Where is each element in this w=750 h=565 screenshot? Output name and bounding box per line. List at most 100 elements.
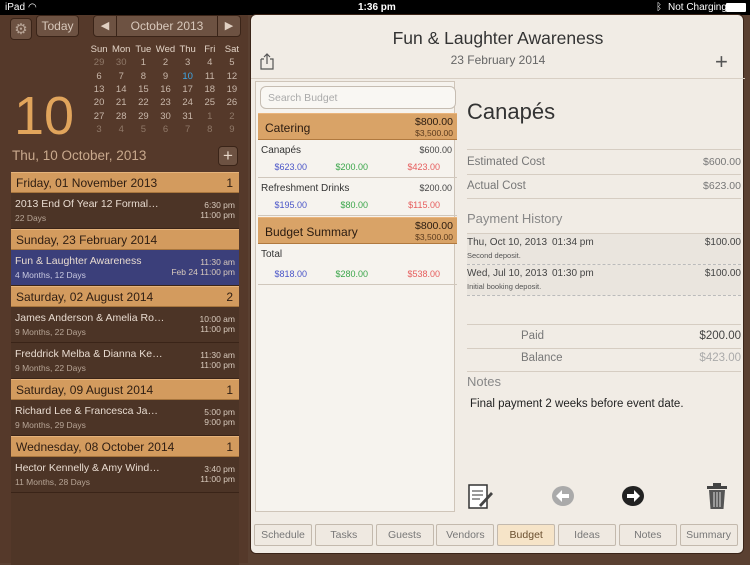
actual-value: $623.00: [703, 180, 741, 192]
calendar-day[interactable]: 3: [177, 56, 199, 69]
event-end-time: 11:00 pm: [200, 324, 235, 334]
date-header-label: Saturday, 02 August 2014: [16, 290, 154, 304]
calendar-day[interactable]: 2: [221, 109, 243, 122]
calendar-day[interactable]: 3: [88, 123, 110, 136]
tab-summary[interactable]: Summary: [679, 524, 738, 546]
calendar-day[interactable]: 4: [110, 123, 132, 136]
paid-row: Paid $200.00: [467, 325, 741, 347]
add-event-plus-icon[interactable]: +: [218, 146, 238, 166]
event-date: 23 February 2014: [450, 53, 546, 67]
total-balance: $538.00: [407, 269, 440, 279]
event-date-header: Saturday, 02 August 2014 2: [11, 286, 239, 307]
calendar-day[interactable]: 20: [88, 96, 110, 109]
event-list-item[interactable]: James Anderson & Amelia Ro… 9 Months, 22 …: [11, 307, 239, 343]
tab-tasks[interactable]: Tasks: [314, 524, 373, 546]
calendar-day[interactable]: 19: [221, 83, 243, 96]
prev-month-arrow-icon[interactable]: ◀: [94, 16, 116, 36]
calendar-day[interactable]: 6: [154, 123, 176, 136]
calendar-day[interactable]: 29: [132, 109, 154, 122]
settings-gear-icon[interactable]: ⚙: [10, 18, 32, 40]
line-balance: $423.00: [407, 162, 440, 172]
calendar-day[interactable]: 30: [110, 56, 132, 69]
calendar-day[interactable]: 1: [199, 109, 221, 122]
event-list-item[interactable]: Hector Kennelly & Amy Wind… 11 Months, 28…: [11, 457, 239, 493]
calendar-day[interactable]: 31: [177, 109, 199, 122]
add-plus-icon[interactable]: +: [715, 49, 728, 75]
calendar-day[interactable]: 29: [88, 56, 110, 69]
tab-vendors[interactable]: Vendors: [436, 524, 495, 546]
edit-notepad-icon[interactable]: [467, 483, 493, 511]
calendar-day[interactable]: 7: [110, 70, 132, 83]
calendar-day[interactable]: 12: [221, 70, 243, 83]
group-amount: $800.00: [415, 116, 453, 128]
calendar-day[interactable]: 8: [199, 123, 221, 136]
weekday-label: Tue: [135, 44, 152, 56]
payment-note: Second deposit.: [467, 251, 521, 260]
budget-line-item[interactable]: Canapés $600.00 $623.00 $200.00 $423.00: [258, 141, 457, 178]
share-icon[interactable]: [260, 53, 274, 70]
calendar-day[interactable]: 17: [177, 83, 199, 96]
calendar-day[interactable]: 26: [221, 96, 243, 109]
tab-guests[interactable]: Guests: [375, 524, 434, 546]
calendar-day[interactable]: 18: [199, 83, 221, 96]
event-count: 1: [226, 176, 233, 190]
tab-notes[interactable]: Notes: [618, 524, 677, 546]
weekday-label: Thu: [179, 44, 196, 56]
notes-text[interactable]: Final payment 2 weeks before event date.: [470, 398, 684, 410]
tab-schedule[interactable]: Schedule: [254, 524, 312, 546]
event-list-item[interactable]: Fun & Laughter Awareness 4 Months, 12 Day…: [11, 250, 239, 286]
trash-icon[interactable]: [705, 482, 729, 510]
calendar-day[interactable]: 25: [199, 96, 221, 109]
tab-budget[interactable]: Budget: [497, 524, 556, 546]
payment-amount: $100.00: [704, 268, 741, 279]
budget-line-item[interactable]: Refreshment Drinks $200.00 $195.00 $80.0…: [258, 179, 457, 216]
search-budget-input[interactable]: Search Budget: [260, 86, 456, 109]
calendar-day[interactable]: 23: [154, 96, 176, 109]
line-actual: $195.00: [274, 200, 307, 210]
next-arrow-icon[interactable]: [621, 485, 645, 507]
payment-row[interactable]: Wed, Jul 10, 2013 01:30 pm $100.00 Initi…: [467, 265, 741, 295]
calendar-day[interactable]: 14: [110, 83, 132, 96]
calendar-day[interactable]: 15: [132, 83, 154, 96]
calendar-day[interactable]: 24: [177, 96, 199, 109]
header-divider: [251, 78, 745, 79]
calendar-day[interactable]: 10: [177, 70, 199, 83]
calendar-day[interactable]: 21: [110, 96, 132, 109]
notes-heading: Notes: [467, 374, 501, 389]
calendar-day[interactable]: 2: [154, 56, 176, 69]
event-list-item[interactable]: Richard Lee & Francesca Ja… 9 Months, 29 …: [11, 400, 239, 436]
divider: [467, 371, 741, 372]
balance-label: Balance: [521, 352, 563, 364]
event-list: Friday, 01 November 2013 1 2013 End Of Yea…: [11, 172, 239, 565]
wifi-icon: ◠: [28, 2, 37, 13]
calendar-day[interactable]: 30: [154, 109, 176, 122]
calendar-day[interactable]: 16: [154, 83, 176, 96]
calendar-day[interactable]: 7: [177, 123, 199, 136]
budget-group-summary[interactable]: Budget Summary $800.00 $3,500.00: [258, 217, 457, 244]
next-month-arrow-icon[interactable]: ▶: [218, 16, 240, 36]
calendar-day[interactable]: 9: [221, 123, 243, 136]
calendar-day[interactable]: 11: [199, 70, 221, 83]
calendar-day[interactable]: 27: [88, 109, 110, 122]
calendar-day[interactable]: 8: [132, 70, 154, 83]
event-list-item[interactable]: 2013 End Of Year 12 Formal… 22 Days 6:30 p…: [11, 193, 239, 229]
tab-ideas[interactable]: Ideas: [558, 524, 616, 546]
calendar-day[interactable]: 5: [221, 56, 243, 69]
calendar-day[interactable]: 13: [88, 83, 110, 96]
calendar-day[interactable]: 9: [154, 70, 176, 83]
calendar-day[interactable]: 4: [199, 56, 221, 69]
calendar-day[interactable]: 28: [110, 109, 132, 122]
event-list-item[interactable]: Freddrick Melba & Dianna Ke… 9 Months, 22…: [11, 343, 239, 379]
calendar-day[interactable]: 1: [132, 56, 154, 69]
event-end-time: 9:00 pm: [204, 417, 235, 427]
month-label[interactable]: October 2013: [116, 16, 218, 36]
calendar-day[interactable]: 22: [132, 96, 154, 109]
group-name: Catering: [265, 121, 311, 135]
paid-value: $200.00: [699, 330, 741, 342]
calendar-day[interactable]: 5: [132, 123, 154, 136]
budget-group-catering[interactable]: Catering $800.00 $3,500.00: [258, 113, 457, 140]
calendar-day[interactable]: 6: [88, 70, 110, 83]
payment-row[interactable]: Thu, Oct 10, 2013 01:34 pm $100.00 Secon…: [467, 234, 741, 264]
previous-arrow-icon[interactable]: [551, 485, 575, 507]
today-button[interactable]: Today: [36, 15, 79, 37]
